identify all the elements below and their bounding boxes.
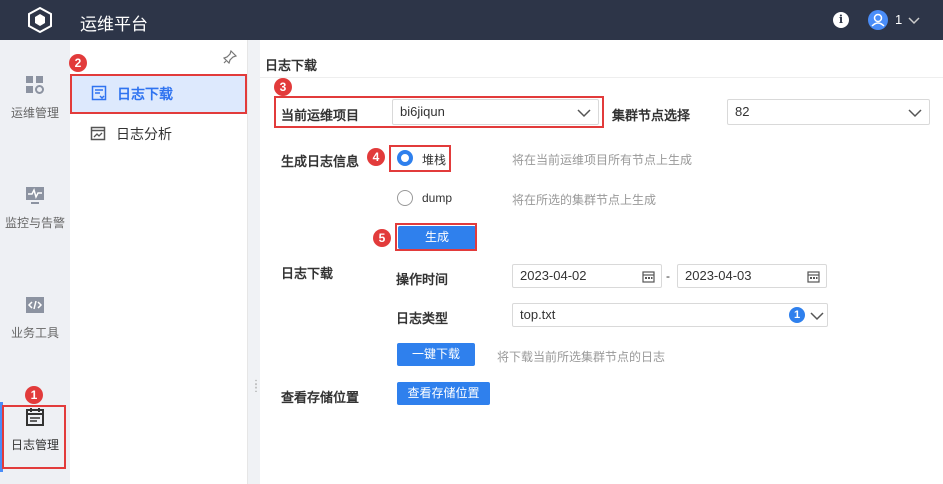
generate-label: 生成日志信息 [281, 154, 360, 169]
code-icon [26, 297, 44, 313]
radio-stack[interactable] [397, 150, 413, 166]
page-title: 日志下载 [265, 58, 318, 73]
step-badge-1: 1 [25, 386, 43, 404]
nav-label: 运维管理 [10, 106, 59, 120]
nav-label: 业务工具 [10, 326, 59, 340]
download-hint: 将下载当前所选集群节点的日志 [497, 350, 666, 364]
sub-nav-item-log-analysis[interactable]: 日志分析 [70, 115, 248, 151]
one-click-download-button[interactable]: 一键下载 [397, 343, 475, 366]
date-to-input[interactable]: 2023-04-03 [677, 264, 827, 288]
step-badge-2: 2 [69, 54, 87, 72]
main-content: 日志下载 当前运维项目 bi6jiqun 集群节点选择 82 生成日志信息 堆栈… [260, 40, 943, 484]
dump-hint: 将在所选的集群节点上生成 [512, 193, 657, 207]
storage-label: 查看存储位置 [281, 390, 360, 405]
cluster-label: 集群节点选择 [612, 108, 691, 123]
view-storage-button[interactable]: 查看存储位置 [397, 382, 490, 405]
radio-dump[interactable] [397, 190, 413, 206]
monitor-icon [26, 187, 44, 204]
nav-item-monitor[interactable]: 监控与告警 [0, 184, 70, 244]
download-label: 日志下载 [281, 266, 334, 281]
chevron-down-icon [577, 109, 591, 118]
download-doc-icon [91, 85, 107, 101]
step-badge-4: 4 [367, 148, 385, 166]
log-calendar-icon [26, 408, 44, 426]
chevron-down-icon [810, 312, 824, 321]
app-title: 运维平台 [80, 15, 148, 34]
info-icon[interactable]: i [833, 12, 849, 28]
nav-label: 监控与告警 [4, 216, 65, 230]
project-value: bi6jiqun [400, 104, 445, 119]
calendar-icon[interactable] [807, 270, 820, 283]
date-from-input[interactable]: 2023-04-02 [512, 264, 662, 288]
date-to-value: 2023-04-03 [685, 268, 752, 283]
project-select[interactable]: bi6jiqun [392, 99, 599, 125]
time-label: 操作时间 [396, 272, 449, 287]
calendar-icon[interactable] [642, 270, 655, 283]
chevron-down-icon[interactable] [907, 13, 921, 30]
sub-nav-item-log-download[interactable]: 日志下载 [71, 75, 246, 112]
sub-nav-label: 日志下载 [117, 86, 173, 102]
chart-doc-icon [90, 126, 106, 141]
radio-dump-label[interactable]: dump [422, 191, 452, 205]
step-badge-3: 3 [274, 78, 292, 96]
project-label: 当前运维项目 [281, 108, 360, 123]
step-badge-5: 5 [373, 229, 391, 247]
avatar-icon[interactable] [868, 10, 888, 30]
user-name[interactable]: 1 [895, 12, 902, 27]
type-label: 日志类型 [396, 311, 449, 326]
left-nav: 运维管理 监控与告警 业务工具 日志管理 [0, 40, 70, 484]
pin-icon[interactable] [222, 49, 238, 67]
logo-icon[interactable] [26, 6, 54, 37]
content-header: 日志下载 [260, 40, 943, 78]
nav-label: 日志管理 [10, 438, 59, 452]
grid-icon [26, 76, 44, 94]
log-type-value: top.txt [520, 307, 556, 322]
sub-nav: 日志下载 日志分析 [70, 40, 248, 484]
log-type-select[interactable]: top.txt 1 [512, 303, 828, 327]
cluster-value: 82 [735, 104, 750, 119]
stack-hint: 将在当前运维项目所有节点上生成 [512, 153, 693, 167]
nav-item-ops[interactable]: 运维管理 [0, 74, 70, 134]
date-separator: - [666, 269, 670, 283]
generate-button[interactable]: 生成 [398, 226, 476, 249]
selected-count-badge: 1 [789, 307, 805, 323]
nav-item-tools[interactable]: 业务工具 [0, 294, 70, 354]
date-from-value: 2023-04-02 [520, 268, 587, 283]
cluster-select[interactable]: 82 [727, 99, 930, 125]
sub-nav-label: 日志分析 [116, 126, 172, 142]
nav-item-logs[interactable]: 日志管理 [0, 406, 70, 466]
radio-stack-label[interactable]: 堆栈 [422, 151, 446, 168]
top-bar: 运维平台 i 1 [0, 0, 943, 40]
chevron-down-icon [908, 109, 922, 118]
